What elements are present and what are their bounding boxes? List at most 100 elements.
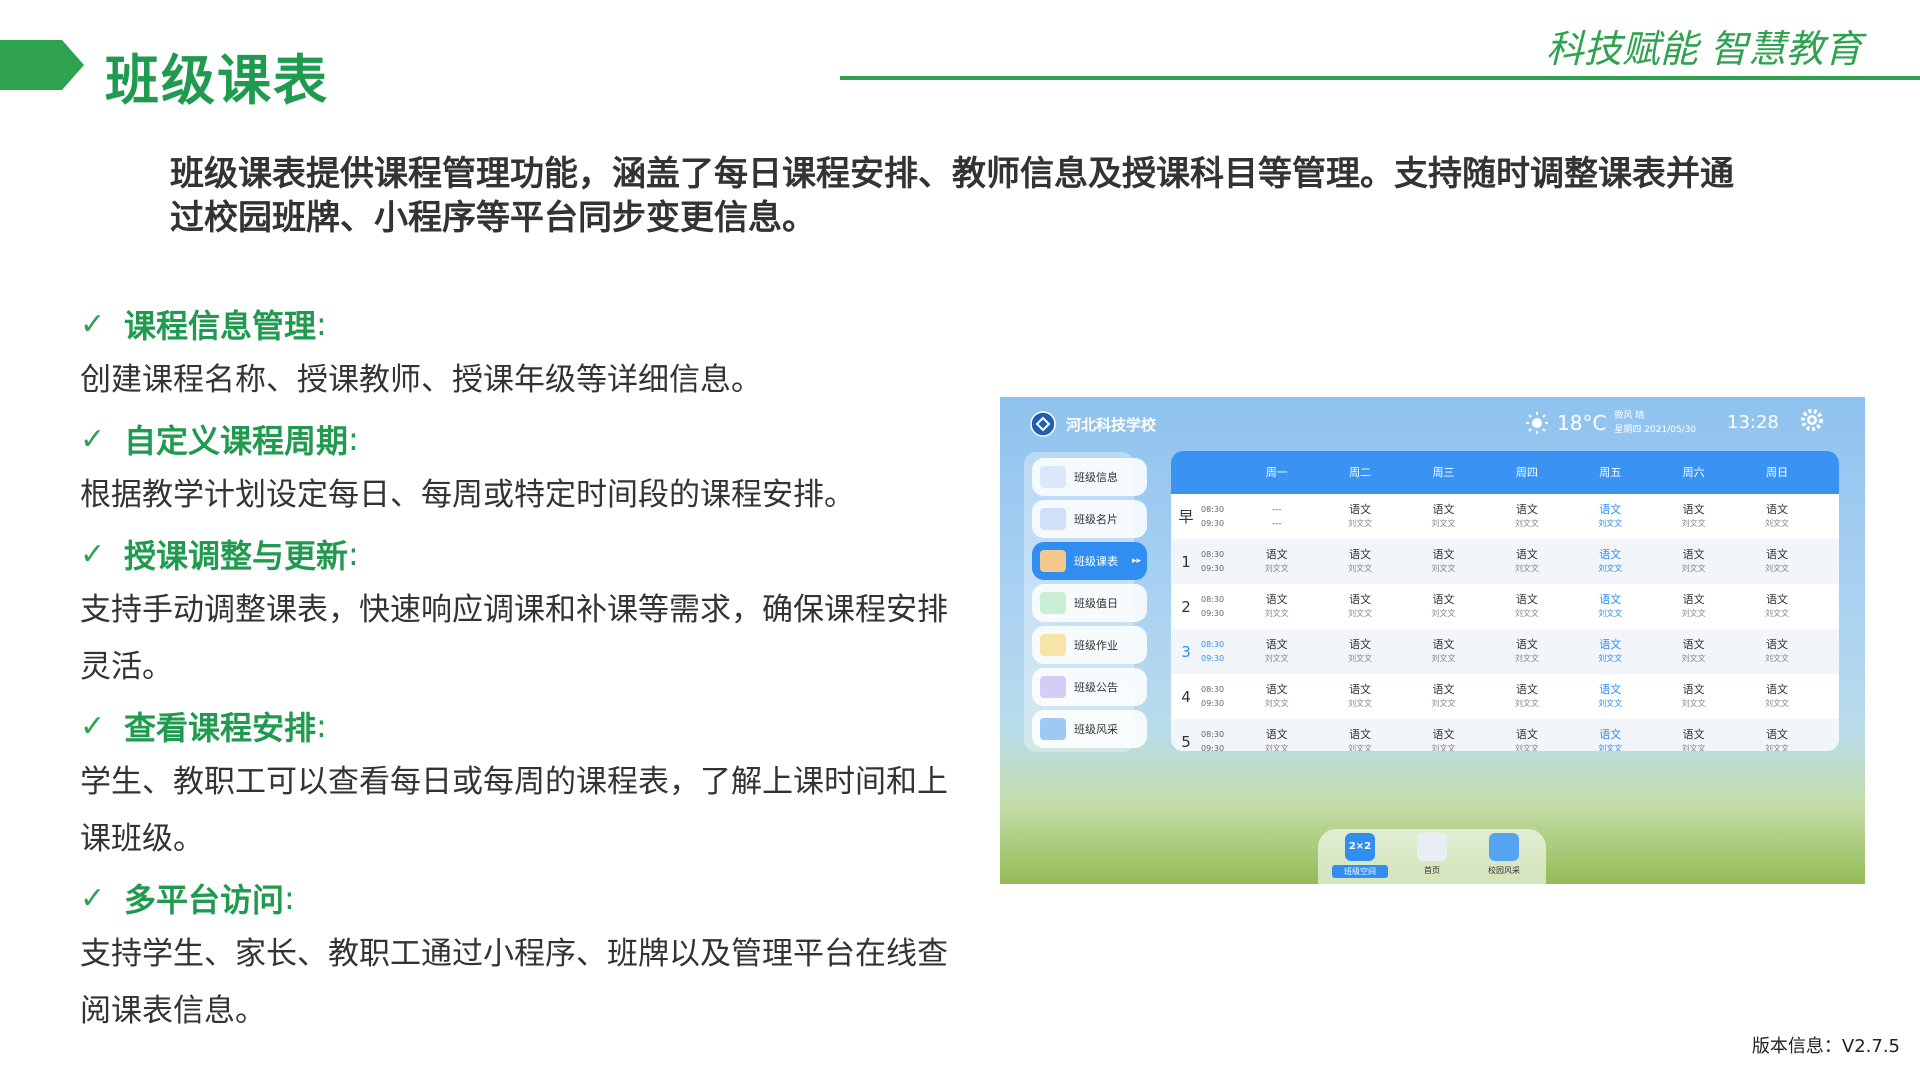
sidebar-item-label: 班级课表 xyxy=(1074,555,1118,568)
timetable-cell[interactable]: --- --- xyxy=(1235,503,1318,531)
id-card-icon xyxy=(1040,466,1066,488)
period-label: 早 xyxy=(1178,508,1194,526)
sidebar-item-class-card[interactable]: 班级名片 xyxy=(1032,500,1147,538)
sidebar-item-label: 班级值日 xyxy=(1074,597,1118,610)
timetable-cell[interactable]: 语文 刘文文 xyxy=(1652,593,1735,621)
feature-list: ✓ 课程信息管理 : 创建课程名称、授课教师、授课年级等详细信息。 ✓ 自定义课… xyxy=(80,296,960,1042)
timetable-cell[interactable]: 语文 刘文文 xyxy=(1318,683,1401,711)
weather-widget: 18°C 微风 晴 星期四 2021/05/30 xyxy=(1525,409,1696,437)
school-header: 河北科技学校 xyxy=(1030,411,1156,437)
timetable-cell[interactable]: 语文 刘文文 xyxy=(1485,638,1568,666)
timetable-cell[interactable]: 语文 刘文文 xyxy=(1652,503,1735,531)
weekday-header: 周五 xyxy=(1599,466,1622,479)
photo-icon xyxy=(1040,718,1066,740)
timetable-cell[interactable]: 语文 刘文文 xyxy=(1318,503,1401,531)
timetable-screenshot: 河北科技学校 18°C 微风 晴 星期四 2021/05/30 13:28 班级… xyxy=(1000,397,1865,884)
timetable-cell[interactable]: 语文 刘文文 xyxy=(1402,683,1485,711)
timetable-cell[interactable]: 语文 刘文文 xyxy=(1735,593,1818,621)
timetable-body: 早 08:30 09:30 --- --- 语文 刘文文 语文 刘文文 语文 刘文文 语文 刘文文 语文刘… xyxy=(1171,494,1839,751)
feature-item: ✓ 查看课程安排 : 学生、教职工可以查看每日或每周的课程表，了解上课时间和上课… xyxy=(80,698,960,868)
timetable-cell[interactable]: 语文 刘文文 xyxy=(1485,593,1568,621)
timetable-cell[interactable]: 语文 刘文文 xyxy=(1485,728,1568,752)
timetable-cell[interactable]: 语文 刘文文 xyxy=(1485,548,1568,576)
feature-description: 支持学生、家长、教职工通过小程序、班牌以及管理平台在线查阅课表信息。 xyxy=(80,936,948,1029)
timetable-cell[interactable]: 语文 刘文文 xyxy=(1402,503,1485,531)
timetable-cell[interactable]: 语文 刘文文 xyxy=(1569,638,1652,666)
sidebar: 班级信息 班级名片 班级课表 ▸▸ 班级值日 班级作业 班级公告 班级风采 xyxy=(1024,452,1147,752)
timetable-cell[interactable]: 语文 刘文文 xyxy=(1235,683,1318,711)
timetable-cell[interactable]: 语文 刘文文 xyxy=(1318,593,1401,621)
sidebar-item-class-info[interactable]: 班级信息 xyxy=(1032,458,1147,496)
timetable-cell[interactable]: 语文 刘文文 xyxy=(1569,683,1652,711)
timetable-cell[interactable]: 语文 刘文文 xyxy=(1735,728,1818,752)
sidebar-item-class-notice[interactable]: 班级公告 xyxy=(1032,668,1147,706)
sidebar-item-class-homework[interactable]: 班级作业 xyxy=(1032,626,1147,664)
check-icon: ✓ xyxy=(80,306,106,342)
gear-icon[interactable] xyxy=(1800,408,1824,432)
dock-item-home[interactable]: 首页 xyxy=(1404,833,1460,876)
feature-colon: : xyxy=(348,420,359,458)
period-time: 08:30 09:30 xyxy=(1201,504,1225,528)
sidebar-item-class-timetable[interactable]: 班级课表 ▸▸ xyxy=(1032,542,1147,580)
dock-item-campus-gallery[interactable]: 校园风采 xyxy=(1476,833,1532,876)
timetable-row: 3 08:30 09:30 语文 刘文文 语文 刘文文 语文 刘文文 语文 刘文文 语文 刘文文 语文 刘文… xyxy=(1171,629,1839,674)
weather-text: 微风 晴 xyxy=(1614,411,1645,421)
period-label: 5 xyxy=(1181,732,1191,751)
feature-item: ✓ 课程信息管理 : 创建课程名称、授课教师、授课年级等详细信息。 xyxy=(80,296,960,409)
timetable-row: 早 08:30 09:30 --- --- 语文 刘文文 语文 刘文文 语文 刘文文 语文 刘文文 语文刘… xyxy=(1171,494,1839,539)
timetable-cell[interactable]: 语文 刘文文 xyxy=(1569,593,1652,621)
timetable-cell[interactable]: 语文 刘文文 xyxy=(1735,683,1818,711)
period-time: 08:30 09:30 xyxy=(1201,594,1225,618)
timetable-cell[interactable]: 语文 刘文文 xyxy=(1402,548,1485,576)
period-time: 08:30 09:30 xyxy=(1201,639,1225,663)
timetable-icon xyxy=(1040,550,1066,572)
sidebar-item-label: 班级作业 xyxy=(1074,639,1118,652)
timetable-cell[interactable]: 语文 刘文文 xyxy=(1318,728,1401,752)
timetable-cell[interactable]: 语文 刘文文 xyxy=(1235,548,1318,576)
dock-item-class-space[interactable]: 2×2 班级空间 xyxy=(1332,833,1388,878)
sidebar-item-class-duty[interactable]: 班级值日 xyxy=(1032,584,1147,622)
timetable-cell[interactable]: 语文 刘文文 xyxy=(1318,548,1401,576)
timetable-cell[interactable]: 语文 刘文文 xyxy=(1235,638,1318,666)
profile-card-icon xyxy=(1040,508,1066,530)
timetable-cell[interactable]: 语文 刘文文 xyxy=(1235,728,1318,752)
timetable-cell[interactable]: 语文 刘文文 xyxy=(1485,503,1568,531)
timetable-cell[interactable]: 语文 刘文文 xyxy=(1652,548,1735,576)
version-info: 版本信息：V2.7.5 xyxy=(1751,1036,1900,1057)
timetable-cell[interactable]: 语文 刘文文 xyxy=(1569,728,1652,752)
timetable-cell[interactable]: 语文 刘文文 xyxy=(1402,728,1485,752)
duty-icon xyxy=(1040,592,1066,614)
timetable-row: 4 08:30 09:30 语文 刘文文 语文 刘文文 语文 刘文文 语文 刘文文 语文 刘文文 语文 刘文… xyxy=(1171,674,1839,719)
weekday-header: 周三 xyxy=(1432,466,1455,479)
timetable-cell[interactable]: 语文 刘文文 xyxy=(1402,638,1485,666)
feature-colon: : xyxy=(284,879,295,917)
period-label: 1 xyxy=(1181,552,1191,571)
clock: 13:28 xyxy=(1727,412,1779,433)
timetable-cell[interactable]: 语文 刘文文 xyxy=(1735,638,1818,666)
grid-2x2-icon: 2×2 xyxy=(1345,833,1375,861)
feature-title: 多平台访问 xyxy=(124,881,285,919)
feature-title: 查看课程安排 xyxy=(124,709,317,747)
timetable-cell[interactable]: 语文 刘文文 xyxy=(1735,548,1818,576)
timetable-cell[interactable]: 语文 刘文文 xyxy=(1652,728,1735,752)
abc-book-icon xyxy=(1040,634,1066,656)
timetable-cell[interactable]: 语文 刘文文 xyxy=(1485,683,1568,711)
timetable-cell[interactable]: 语文 刘文文 xyxy=(1569,548,1652,576)
timetable-cell[interactable]: 语文 刘文文 xyxy=(1569,503,1652,531)
timetable-cell[interactable]: 语文 刘文文 xyxy=(1652,638,1735,666)
timetable-cell[interactable]: 语文 刘文文 xyxy=(1235,593,1318,621)
weekday-header: 周四 xyxy=(1515,466,1538,479)
timetable-cell[interactable]: 语文 刘文文 xyxy=(1318,638,1401,666)
weekday-header: 周六 xyxy=(1682,466,1705,479)
school-name: 河北科技学校 xyxy=(1066,415,1157,434)
sidebar-item-class-gallery[interactable]: 班级风采 xyxy=(1032,710,1147,748)
timetable-cell[interactable]: 语文 刘文文 xyxy=(1735,503,1818,531)
timetable-cell[interactable]: 语文 刘文文 xyxy=(1652,683,1735,711)
feature-title: 授课调整与更新 xyxy=(124,537,349,575)
timetable-row: 2 08:30 09:30 语文 刘文文 语文 刘文文 语文 刘文文 语文 刘文文 语文 刘文文 语文 刘文… xyxy=(1171,584,1839,629)
sidebar-item-label: 班级名片 xyxy=(1074,513,1118,526)
feature-title: 课程信息管理 xyxy=(124,307,317,345)
timetable-cell[interactable]: 语文 刘文文 xyxy=(1402,593,1485,621)
feature-description: 创建课程名称、授课教师、授课年级等详细信息。 xyxy=(80,362,762,398)
feature-description: 根据教学计划设定每日、每周或特定时间段的课程安排。 xyxy=(80,477,855,513)
